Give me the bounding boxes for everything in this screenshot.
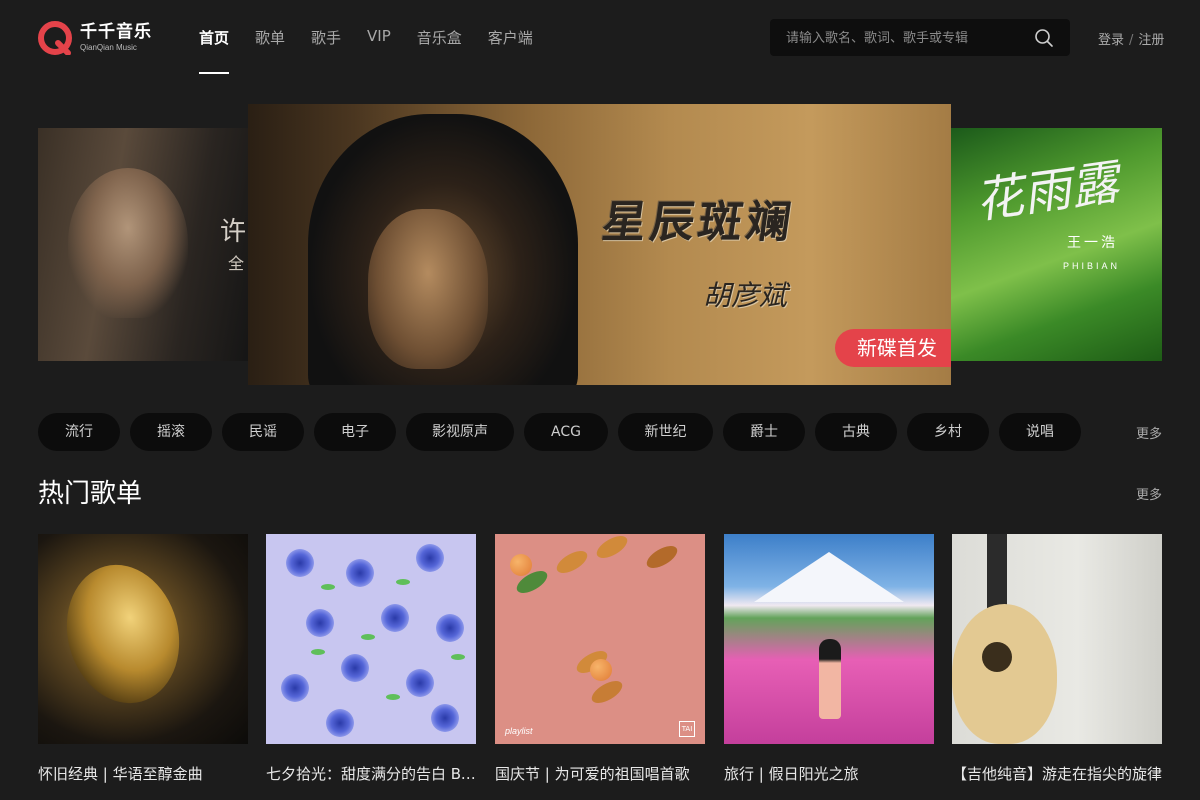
banner-main-slide[interactable]: 星辰斑斓 胡彦斌 新碟首发 [248,104,951,385]
gramophone-horn [51,552,195,716]
search-box [770,19,1070,58]
top-header: 千千音乐 QianQian Music 首页 歌单 歌手 VIP 音乐盒 客户端… [0,0,1200,76]
genre-chips: 流行 摇滚 民谣 电子 影视原声 ACG 新世纪 爵士 古典 乡村 说唱 [38,413,1091,451]
playlist-title[interactable]: 七夕拾光：甜度满分的告白 BGM [266,763,478,784]
album-artist: 胡彦斌 [703,279,788,312]
nav-vip[interactable]: VIP [367,27,391,48]
genre-chip[interactable]: 摇滚 [130,413,212,451]
nav-client[interactable]: 客户端 [488,27,533,48]
playlist-card[interactable]: 七夕拾光：甜度满分的告白 BGM [266,534,478,784]
nav-home[interactable]: 首页 [199,27,230,74]
genre-chip[interactable]: 说唱 [999,413,1081,451]
playlist-title[interactable]: 旅行 | 假日阳光之旅 [724,763,936,784]
genre-chip[interactable]: 新世纪 [618,413,713,451]
playlist-cover[interactable] [724,534,934,744]
logo[interactable]: 千千音乐 QianQian Music [38,20,158,56]
search-input[interactable] [784,19,1028,58]
cover-brand-badge: TAI [679,721,695,737]
register-link[interactable]: 注册 [1138,33,1164,48]
artist-portrait [68,168,188,318]
playlist-cover[interactable]: playlist TAI [495,534,705,744]
section-title-hot-playlists: 热门歌单 [38,479,143,509]
banner-next-artist: 王一浩 [1067,235,1118,251]
playlist-card[interactable]: 旅行 | 假日阳光之旅 [724,534,934,784]
nav-artists[interactable]: 歌手 [311,27,341,48]
logo-title: 千千音乐 [80,22,152,42]
main-nav: 首页 歌单 歌手 VIP 音乐盒 客户端 [199,27,559,74]
playlist-card[interactable]: 【吉他纯音】游走在指尖的旋律 [952,534,1162,784]
playlist-card[interactable]: 怀旧经典 | 华语至醇金曲 [38,534,248,784]
banner-next-slide[interactable]: 花雨露 王一浩 PHIBIAN [951,128,1162,361]
artist-face-image [368,209,488,369]
playlist-title[interactable]: 怀旧经典 | 华语至醇金曲 [38,763,250,784]
genre-chip[interactable]: ACG [524,413,608,451]
genre-chip[interactable]: 影视原声 [406,413,514,451]
album-title: 星辰斑斓 [598,197,798,248]
auth-separator: / [1129,33,1134,48]
playlist-title[interactable]: 【吉他纯音】游走在指尖的旋律 [952,763,1164,784]
banner-prev-subtext: 全 [228,254,245,273]
playlist-cover[interactable] [266,534,476,744]
mountain-image [754,552,904,602]
banner-prev-slide[interactable]: 许 全 [38,128,250,361]
guitar-body [952,604,1057,744]
genre-chip[interactable]: 流行 [38,413,120,451]
genre-chip[interactable]: 乡村 [907,413,989,451]
genres-more-link[interactable]: 更多 [1136,423,1162,442]
search-icon[interactable] [1034,28,1054,48]
hot-playlists-more-link[interactable]: 更多 [1136,484,1162,503]
banner-next-artist-en: PHIBIAN [1063,261,1121,271]
nav-music-box[interactable]: 音乐盒 [417,27,462,48]
auth-links: 登录 / 注册 [1098,29,1164,48]
genre-chip[interactable]: 电子 [314,413,396,451]
new-release-badge: 新碟首发 [835,329,951,367]
guitar-soundhole [982,642,1012,672]
nav-playlists[interactable]: 歌单 [255,27,285,48]
genre-chip[interactable]: 古典 [815,413,897,451]
playlist-card[interactable]: playlist TAI 国庆节 | 为可爱的祖国唱首歌 [495,534,705,784]
genre-chip[interactable]: 爵士 [723,413,805,451]
playlist-cover[interactable] [952,534,1162,744]
logo-subtitle: QianQian Music [80,43,137,52]
login-link[interactable]: 登录 [1098,33,1124,48]
playlist-cover[interactable] [38,534,248,744]
banner-next-calligraphy: 花雨露 [971,154,1123,230]
genre-chip[interactable]: 民谣 [222,413,304,451]
qianqian-logo-icon [38,21,72,55]
playlist-title[interactable]: 国庆节 | 为可爱的祖国唱首歌 [495,763,707,784]
banner-prev-text: 许 [220,217,247,247]
traveler-figure [819,639,841,719]
cover-playlist-tag: playlist [505,726,533,736]
